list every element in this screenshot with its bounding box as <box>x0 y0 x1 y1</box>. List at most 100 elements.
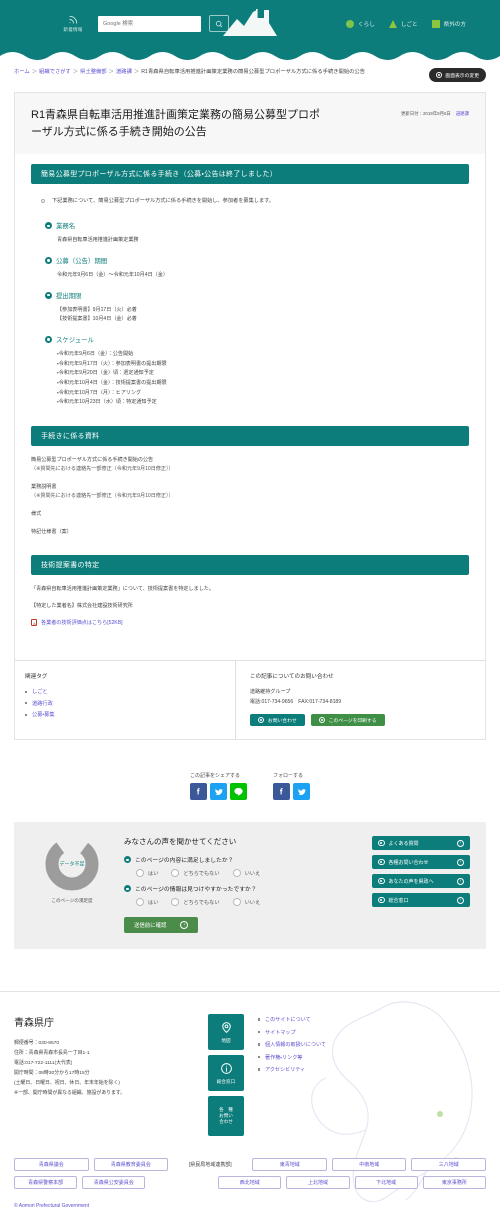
footer-address-line: 開庁時間：08時30分から17時15分 <box>14 1071 90 1077</box>
print-page-button[interactable]: このページを印刷する <box>310 714 385 727</box>
nav-item-kengai[interactable]: 県外の方 <box>431 19 466 28</box>
footer-general-desk-button[interactable]: 総合窓口 <box>208 1055 244 1092</box>
share-section: この記事をシェアする フォローする <box>0 740 500 822</box>
contact-group: 道路維持グループ <box>249 689 291 696</box>
subsection-label: 提出期限 <box>56 292 82 300</box>
radio-option-no[interactable]: いいえ <box>232 898 260 907</box>
list-item[interactable]: 公募・募集 <box>25 711 221 718</box>
inquiries-button-label: 各種お問い合わせ <box>388 859 429 866</box>
region-kamikita-button[interactable]: 上北地域 <box>286 1176 350 1190</box>
document-note: （※質問先における連絡先一部修正（令和元年9月10日修正）） <box>31 466 174 473</box>
public-safety-button[interactable]: 青森県公安委員会 <box>82 1176 146 1190</box>
list-item[interactable]: このサイトについて <box>258 1016 326 1023</box>
general-desk-button[interactable]: 総合窓口 › <box>372 893 470 908</box>
list-item[interactable]: サイトマップ <box>258 1029 326 1036</box>
survey-submit-button[interactable]: 送信前に確認 › <box>124 917 199 934</box>
inquiries-button[interactable]: 各種お問い合わせ › <box>372 855 470 870</box>
radio-icon[interactable] <box>136 869 144 878</box>
footer-link[interactable]: サイトマップ <box>265 1030 296 1036</box>
contact-buttons: お問い合わせ このページを印刷する <box>249 714 479 727</box>
rss-new-info-link[interactable]: 新着情報 <box>56 14 90 33</box>
region-sanpachi-button[interactable]: 三八地域 <box>411 1158 486 1172</box>
education-board-button[interactable]: 青森県教育委員会 <box>93 1158 168 1172</box>
footer-link[interactable]: このサイトについて <box>265 1017 311 1023</box>
radio-option-yes[interactable]: はい <box>136 869 158 878</box>
radio-icon[interactable] <box>171 898 180 907</box>
footer-inquiry-label: 各 種 お問い 合わせ <box>219 1106 233 1125</box>
region-seihoku-button[interactable]: 西北地域 <box>218 1176 282 1190</box>
radio-option-yes[interactable]: はい <box>136 898 158 907</box>
subsection-schedule: スケジュール <box>45 335 469 344</box>
triangle-icon <box>388 19 397 28</box>
circle-icon <box>346 19 355 28</box>
section-intro-text: 下記業務について、簡易公募型プロポーザル方式に係る手続きを開始し、参加者を募集し… <box>52 198 275 205</box>
pdf-download-row[interactable]: 各業者の技術評価点はこちら[52KB] <box>31 618 469 627</box>
pdf-link-label[interactable]: 各業者の技術評価点はこちら[52KB] <box>41 619 123 626</box>
nav-item-kurashi[interactable]: くらし <box>346 19 375 28</box>
tag-link[interactable]: しごと <box>32 689 48 695</box>
facebook-icon[interactable] <box>273 783 290 801</box>
document-item: 業務説明書 （※質問先における連絡先一部修正（令和元年9月10日修正）） <box>31 483 469 501</box>
nav-item-shigoto[interactable]: しごと <box>388 19 418 28</box>
radio-option-neutral[interactable]: どちらでもない <box>171 898 220 907</box>
footer-link[interactable]: 著作権・リンク等 <box>265 1055 302 1061</box>
aomori-prefecture-logo[interactable] <box>217 6 283 43</box>
breadcrumb-item-dept[interactable]: 県土整備部 <box>80 69 107 75</box>
nav-label-kurashi: くらし <box>358 21 375 28</box>
subsection-body: ・令和元年9月6日（金）：公告開始 ・令和元年9月17日（火）：参加表明書の提出… <box>57 350 469 408</box>
search-input[interactable] <box>98 15 201 32</box>
region-chunan-button[interactable]: 中南地域 <box>331 1158 407 1172</box>
radio-option-neutral[interactable]: どちらでもない <box>171 869 220 878</box>
display-settings-button[interactable]: 画面表示の変更 <box>429 68 486 82</box>
breadcrumb-item-home[interactable]: ホーム <box>14 69 30 75</box>
footer-link[interactable]: アクセシビリティ <box>265 1067 305 1073</box>
tag-link[interactable]: 道路行政 <box>32 701 53 707</box>
facebook-icon[interactable] <box>190 783 207 801</box>
list-item[interactable]: 著作権・リンク等 <box>258 1054 326 1061</box>
region-group-note: [県民局地域連携部] <box>188 1162 232 1169</box>
arrow-right-icon: › <box>180 921 189 930</box>
footer-map-button[interactable]: 地図 <box>208 1014 244 1051</box>
department-link[interactable]: 道路課 <box>456 111 469 117</box>
site-footer: 青森県庁 郵便番号：030-8570 住所：青森県青森市長島一丁目1-1 電話:… <box>0 991 500 1227</box>
list-item[interactable]: しごと <box>25 688 221 695</box>
faq-button[interactable]: よくある質問 › <box>372 836 470 851</box>
radio-icon[interactable] <box>232 869 241 878</box>
tags-contact-row: 関連タグ しごと 道路行政 公募・募集 この記事についてのお問い合わせ 道路維持… <box>15 660 485 740</box>
tag-link[interactable]: 公募・募集 <box>32 712 55 718</box>
breadcrumb-item-division[interactable]: 道路課 <box>116 69 132 75</box>
police-hq-button[interactable]: 青森県警察本部 <box>14 1176 78 1190</box>
line-icon[interactable] <box>230 783 247 801</box>
subsection-body: 令和元年9月6日（金）～令和元年10月4日（金） <box>57 271 469 281</box>
footer-address-line: ※一部、開庁時間が異なる組織、施設があります。 <box>14 1091 126 1097</box>
radio-icon[interactable] <box>136 898 144 907</box>
site-header: 新着情報 くらし しごと 県外の方 <box>0 0 500 47</box>
footer-link[interactable]: 個人情報の取扱いについて <box>265 1042 326 1048</box>
region-shimokita-button[interactable]: 下北地域 <box>354 1176 418 1190</box>
radio-option-no[interactable]: いいえ <box>232 869 260 878</box>
voice-to-gov-button[interactable]: あなたの声を県政へ › <box>372 874 470 889</box>
radio-icon[interactable] <box>232 898 241 907</box>
footer-inquiry-button[interactable]: 各 種 お問い 合わせ <box>208 1096 244 1137</box>
footer-org-block: 青森県庁 郵便番号：030-8570 住所：青森県青森市長島一丁目1-1 電話:… <box>14 1014 194 1136</box>
list-item[interactable]: アクセシビリティ <box>258 1066 326 1073</box>
header-nav: くらし しごと 県外の方 <box>346 19 466 28</box>
region-toseki-button[interactable]: 東青地域 <box>252 1158 327 1172</box>
bullet-dot-icon <box>45 222 52 230</box>
tokyo-office-button[interactable]: 東京事務所 <box>422 1176 486 1190</box>
inquiry-button[interactable]: お問い合わせ <box>249 714 305 727</box>
subsection-line: 【参加表明書】9月17日（火）必着 <box>57 306 137 313</box>
twitter-icon[interactable] <box>293 783 310 801</box>
list-item[interactable]: 道路行政 <box>25 700 221 707</box>
twitter-icon[interactable] <box>210 783 227 801</box>
survey-question-1-text: このページの内容に満足しましたか？ <box>135 858 234 865</box>
bullet-dot-icon <box>45 291 52 299</box>
schedule-line: ・令和元年9月20日（金）頃：選定通知予定 <box>57 370 154 377</box>
assembly-button[interactable]: 青森県議会 <box>14 1158 89 1172</box>
list-item[interactable]: 個人情報の取扱いについて <box>258 1041 326 1048</box>
header-wave-divider <box>0 47 500 61</box>
breadcrumb-item-org[interactable]: 組織でさがす <box>39 69 71 75</box>
radio-icon[interactable] <box>171 869 180 878</box>
contact-column: この記事についてのお問い合わせ 道路維持グループ 電話:017-734-9656… <box>236 661 485 739</box>
bullet-dot-icon <box>45 336 52 344</box>
